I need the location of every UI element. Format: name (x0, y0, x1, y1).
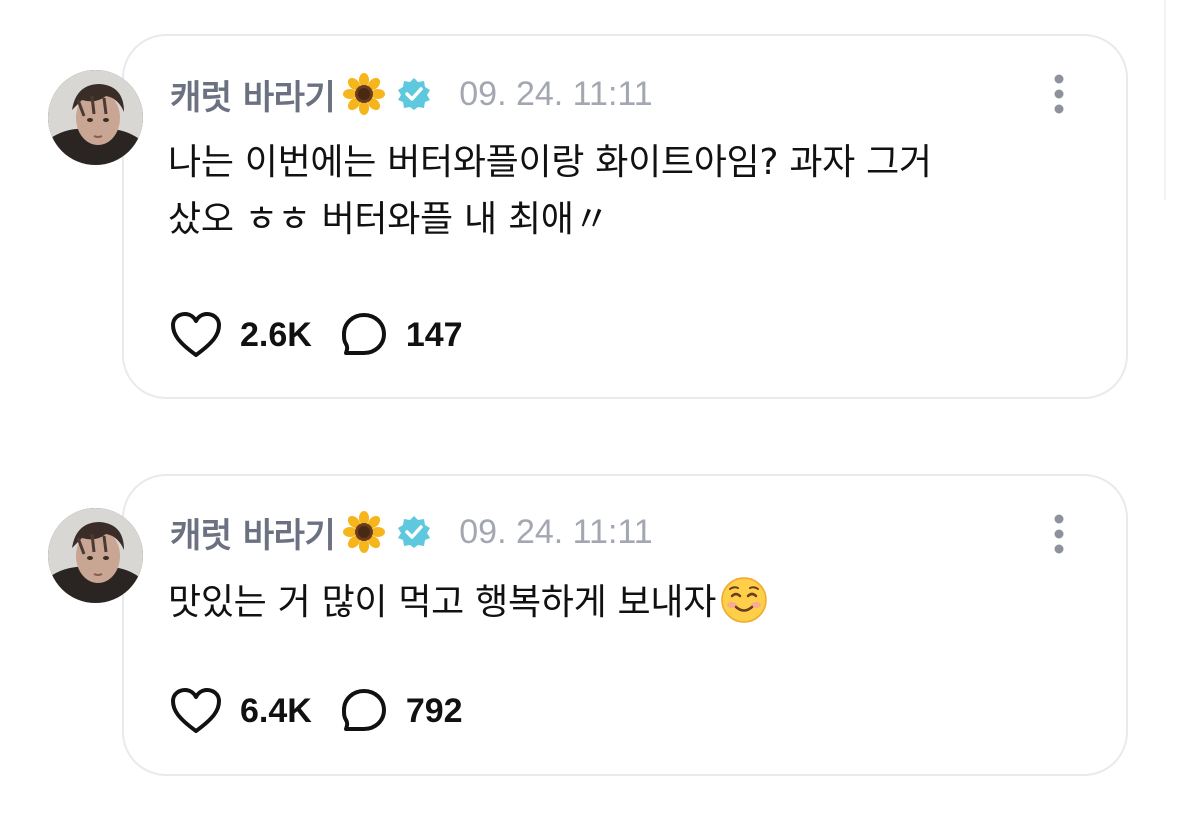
comment-count: 792 (405, 691, 463, 730)
post-text-content: 맛있는 거 많이 먹고 행복하게 보내자 (168, 582, 717, 623)
avatar[interactable] (48, 70, 143, 165)
sunflower-icon (343, 73, 386, 115)
author-name[interactable]: 캐럿 바라기 (170, 508, 336, 557)
edge-divider (1164, 0, 1166, 200)
author-name[interactable]: 캐럿 바라기 (170, 70, 336, 119)
more-options-icon[interactable] (1049, 512, 1069, 556)
like-count: 6.4K (240, 691, 312, 730)
post-text: 나는 이번에는 버터와플이랑 화이트아임? 과자 그거 샀오 ㅎㅎ 버터와플 내… (168, 134, 1098, 248)
post-text: 맛있는 거 많이 먹고 행복하게 보내자 (168, 574, 1098, 631)
post-text-line: 나는 이번에는 버터와플이랑 화이트아임? 과자 그거 (168, 142, 932, 183)
verified-check-icon (397, 515, 431, 549)
sunflower-icon (343, 511, 386, 553)
heart-icon[interactable] (170, 687, 222, 735)
post-timestamp: 09. 24. 11:11 (459, 74, 653, 113)
speech-bubble-icon[interactable] (340, 311, 388, 359)
post-text-line: 샀오 ㅎㅎ 버터와플 내 최애〃 (168, 199, 610, 240)
post-header: 캐럿 바라기 09. 24. 11:11 (170, 506, 653, 558)
verified-check-icon (397, 77, 431, 111)
more-options-icon[interactable] (1049, 72, 1069, 116)
post-actions: 2.6K 147 (170, 310, 463, 360)
speech-bubble-icon[interactable] (340, 687, 388, 735)
heart-icon[interactable] (170, 311, 222, 359)
post-actions: 6.4K 792 (170, 686, 463, 736)
post-text-line: 맛있는 거 많이 먹고 행복하게 보내자 (168, 574, 1098, 631)
post-header: 캐럿 바라기 09. 24. 11:11 (170, 68, 653, 120)
like-count: 2.6K (240, 315, 312, 354)
smiling-face-emoji-icon (720, 576, 768, 624)
comment-count: 147 (405, 315, 463, 354)
avatar[interactable] (48, 508, 143, 603)
post-timestamp: 09. 24. 11:11 (459, 512, 653, 551)
